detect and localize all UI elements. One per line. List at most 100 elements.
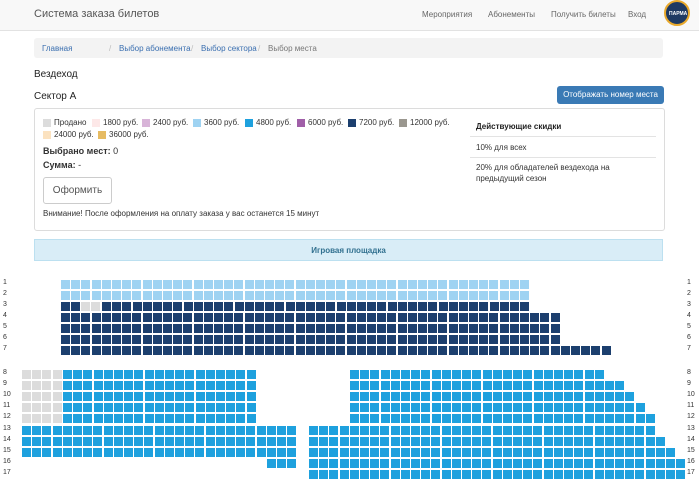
seat[interactable] (459, 302, 468, 311)
seat[interactable] (513, 370, 522, 379)
seat[interactable] (401, 381, 410, 390)
seat[interactable] (595, 381, 604, 390)
seat[interactable] (442, 370, 451, 379)
seat[interactable] (173, 280, 182, 289)
seat[interactable] (398, 335, 407, 344)
seat[interactable] (625, 403, 634, 412)
seat[interactable] (595, 426, 604, 435)
seat[interactable] (246, 448, 255, 457)
seat[interactable] (163, 302, 172, 311)
seat[interactable] (53, 426, 62, 435)
seat[interactable] (401, 426, 410, 435)
seat[interactable] (472, 381, 481, 390)
seat[interactable] (401, 414, 410, 423)
seat[interactable] (438, 280, 447, 289)
seat[interactable] (666, 459, 675, 468)
seat[interactable] (185, 403, 194, 412)
seat[interactable] (564, 403, 573, 412)
seat[interactable] (155, 448, 164, 457)
seat[interactable] (61, 302, 70, 311)
seat[interactable] (155, 426, 164, 435)
seat[interactable] (226, 381, 235, 390)
seat[interactable] (656, 459, 665, 468)
seat[interactable] (551, 313, 560, 322)
seat[interactable] (554, 426, 563, 435)
seat[interactable] (472, 426, 481, 435)
seat[interactable] (615, 381, 624, 390)
seat[interactable] (196, 381, 205, 390)
seat[interactable] (206, 370, 215, 379)
seat[interactable] (432, 370, 441, 379)
seat[interactable] (153, 324, 162, 333)
seat[interactable] (132, 346, 141, 355)
seat[interactable] (554, 414, 563, 423)
seat[interactable] (104, 403, 113, 412)
seat[interactable] (564, 392, 573, 401)
seat[interactable] (143, 302, 152, 311)
seat[interactable] (381, 403, 390, 412)
seat[interactable] (319, 448, 328, 457)
seat[interactable] (175, 403, 184, 412)
seat[interactable] (224, 302, 233, 311)
seat[interactable] (432, 392, 441, 401)
seat[interactable] (153, 313, 162, 322)
seat[interactable] (155, 370, 164, 379)
seat[interactable] (93, 448, 102, 457)
seat[interactable] (554, 370, 563, 379)
seat[interactable] (387, 346, 396, 355)
seat[interactable] (469, 313, 478, 322)
seat[interactable] (42, 426, 51, 435)
seat[interactable] (183, 324, 192, 333)
seat[interactable] (493, 426, 502, 435)
seat[interactable] (574, 437, 583, 446)
seat[interactable] (605, 459, 614, 468)
seat[interactable] (500, 335, 509, 344)
seat[interactable] (132, 335, 141, 344)
seat[interactable] (247, 414, 256, 423)
seat[interactable] (285, 324, 294, 333)
seat[interactable] (438, 313, 447, 322)
seat[interactable] (185, 370, 194, 379)
seat[interactable] (431, 448, 440, 457)
seat[interactable] (442, 392, 451, 401)
seat[interactable] (214, 313, 223, 322)
seat[interactable] (625, 459, 634, 468)
seat[interactable] (326, 302, 335, 311)
seat[interactable] (391, 392, 400, 401)
seat[interactable] (196, 414, 205, 423)
seat[interactable] (615, 459, 624, 468)
seat[interactable] (214, 291, 223, 300)
seat[interactable] (615, 414, 624, 423)
seat[interactable] (81, 346, 90, 355)
seat[interactable] (615, 392, 624, 401)
seat[interactable] (401, 370, 410, 379)
seat[interactable] (214, 335, 223, 344)
seat[interactable] (411, 470, 420, 479)
seat[interactable] (163, 291, 172, 300)
seat[interactable] (275, 302, 284, 311)
seat[interactable] (236, 426, 245, 435)
seat[interactable] (472, 370, 481, 379)
show-seat-number-button[interactable]: Отображать номер места (557, 86, 664, 104)
seat[interactable] (224, 346, 233, 355)
seat[interactable] (309, 437, 318, 446)
seat[interactable] (377, 302, 386, 311)
seat[interactable] (401, 448, 410, 457)
seat[interactable] (544, 381, 553, 390)
seat[interactable] (510, 302, 519, 311)
seat[interactable] (234, 313, 243, 322)
seat[interactable] (265, 313, 274, 322)
seat[interactable] (42, 414, 51, 423)
seat[interactable] (61, 313, 70, 322)
seat[interactable] (381, 370, 390, 379)
seat[interactable] (94, 392, 103, 401)
seat[interactable] (401, 403, 410, 412)
seat[interactable] (391, 448, 400, 457)
seat[interactable] (61, 291, 70, 300)
seat[interactable] (83, 403, 92, 412)
seat[interactable] (226, 437, 235, 446)
seat[interactable] (214, 346, 223, 355)
seat[interactable] (71, 280, 80, 289)
seat[interactable] (479, 302, 488, 311)
seat[interactable] (503, 414, 512, 423)
